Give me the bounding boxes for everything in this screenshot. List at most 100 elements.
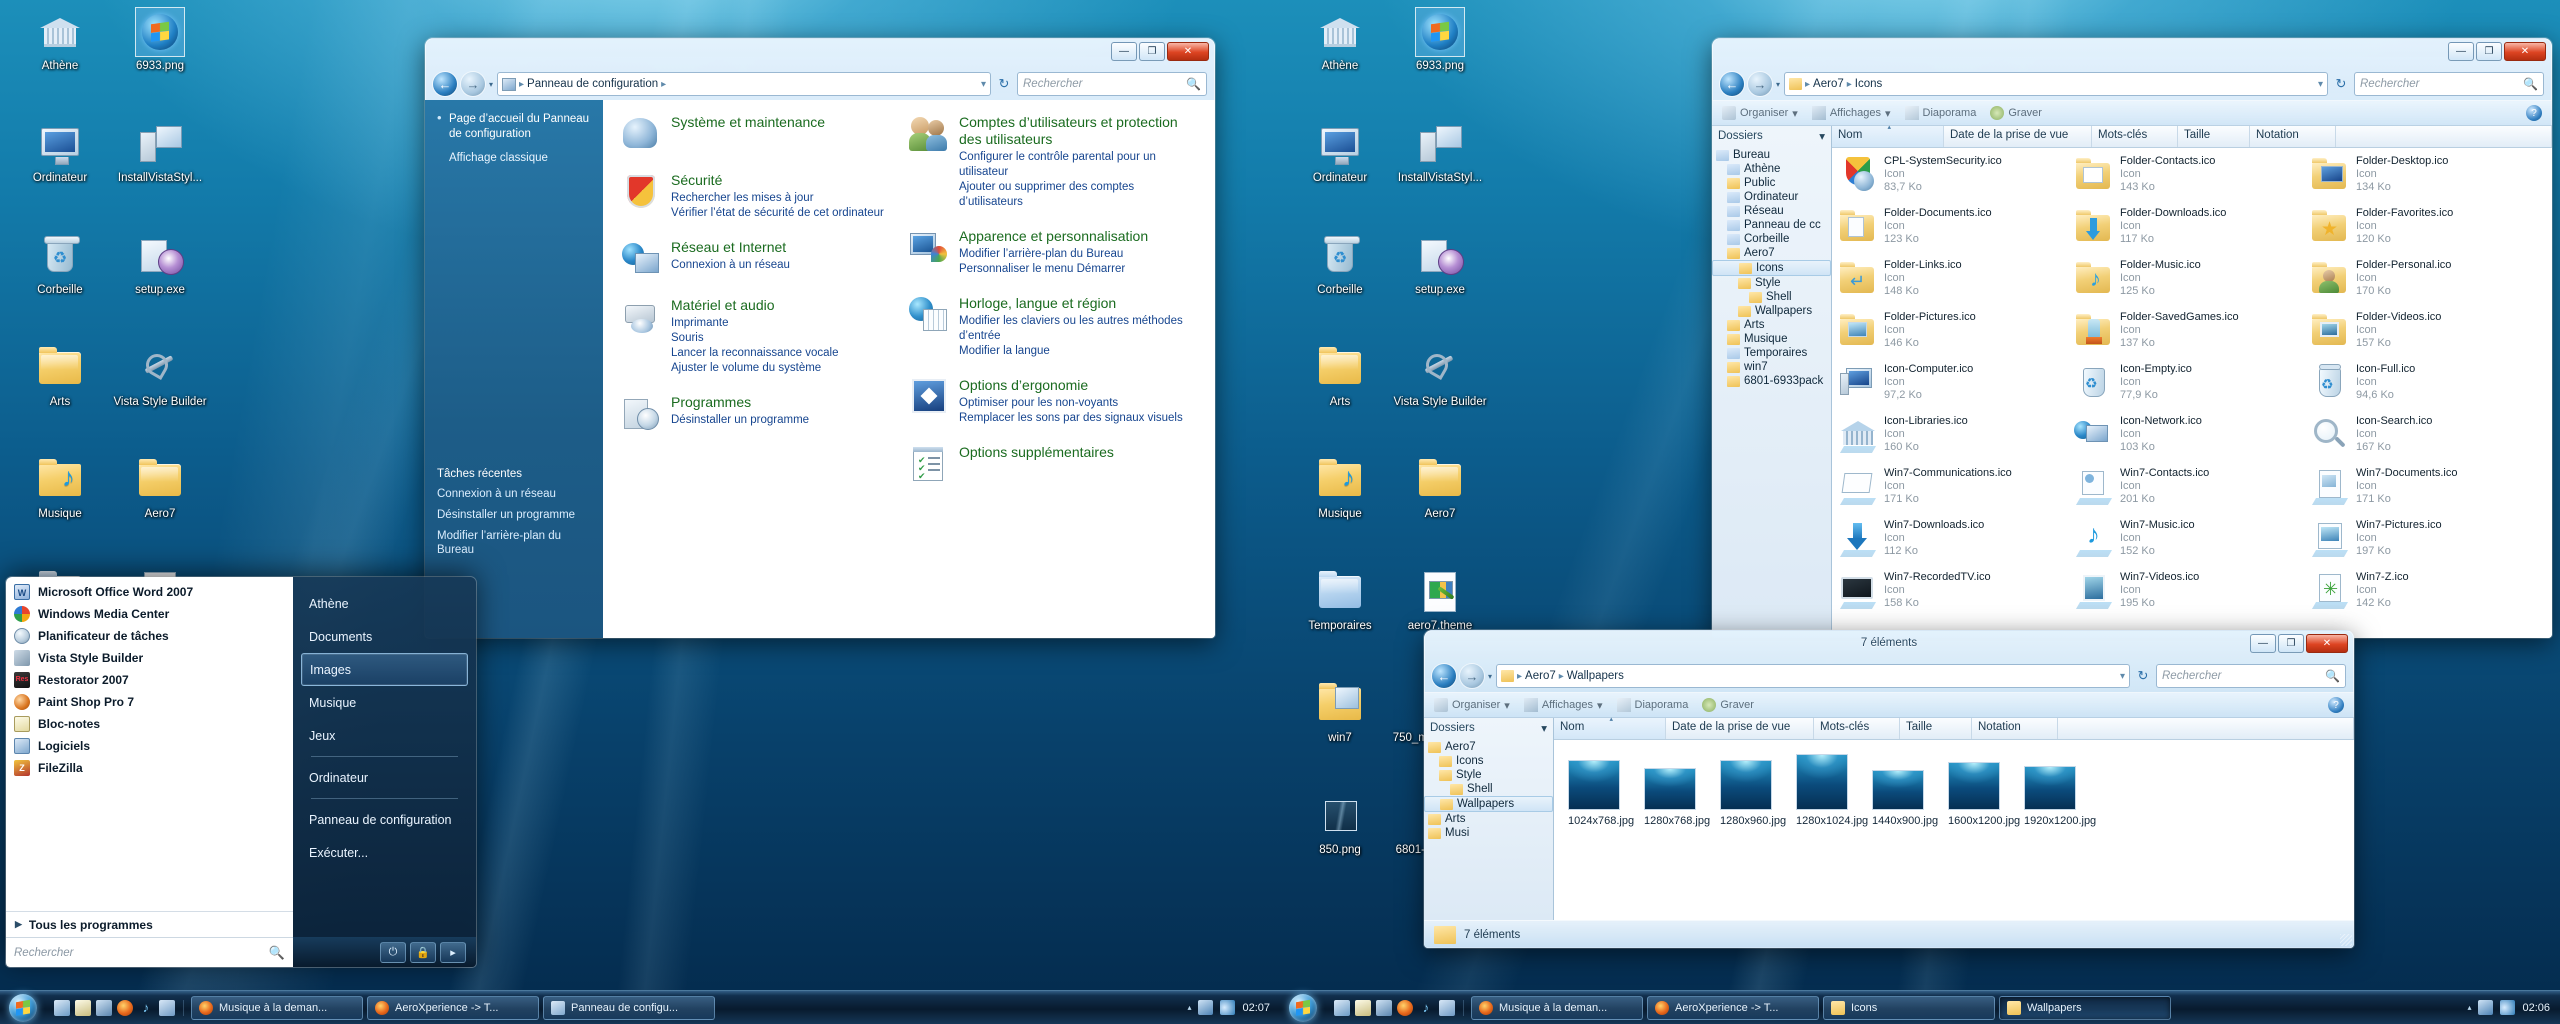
- cp-category-link[interactable]: Rechercher les mises à jour: [671, 191, 884, 206]
- tree-item-aero7[interactable]: Aero7: [1712, 246, 1831, 260]
- cp-category-link[interactable]: Souris: [671, 331, 839, 346]
- forward-icon[interactable]: →: [461, 72, 485, 96]
- column-header-taille[interactable]: Taille: [2178, 126, 2250, 147]
- start-menu-place-ath-ne[interactable]: Athène: [301, 587, 468, 620]
- column-header-nom[interactable]: Nom▴: [1554, 718, 1666, 739]
- help-icon[interactable]: ?: [2328, 697, 2344, 713]
- clock[interactable]: 02:06: [2522, 1002, 2550, 1014]
- tree-item-icons[interactable]: Icons: [1424, 754, 1553, 768]
- file-tile[interactable]: Folder-Pictures.icoIcon146 Ko: [1834, 308, 2070, 360]
- wallpaper-thumbnail[interactable]: 1600x1200.jpg: [1948, 754, 2012, 827]
- file-tile[interactable]: Icon-Network.icoIcon103 Ko: [2070, 412, 2306, 464]
- toolbar-slideshow[interactable]: Diaporama: [1617, 698, 1689, 712]
- file-tile[interactable]: ✳Win7-Z.icoIcon142 Ko: [2306, 568, 2542, 620]
- column-header-date-de-la-prise-de-vue[interactable]: Date de la prise de vue: [1944, 126, 2092, 147]
- cp-category-link[interactable]: Vérifier l’état de sécurité de cet ordin…: [671, 206, 884, 221]
- desktop-icon-musique[interactable]: Musique: [10, 456, 110, 521]
- history-chevron-icon[interactable]: ▾: [1488, 672, 1492, 681]
- start-menu-item-windows-media-center[interactable]: Windows Media Center: [6, 603, 293, 625]
- cp-category-title[interactable]: Matériel et audio: [671, 297, 839, 314]
- cp-category-link[interactable]: Connexion à un réseau: [671, 258, 790, 273]
- cp-category-title[interactable]: Comptes d’utilisateurs et protection des…: [959, 114, 1197, 148]
- toolbar-organize[interactable]: Organiser▾: [1434, 698, 1510, 712]
- cp-category[interactable]: Matériel et audioImprimanteSourisLancer …: [621, 297, 909, 376]
- file-tile[interactable]: Folder-Personal.icoIcon170 Ko: [2306, 256, 2542, 308]
- desktop-icon-installvistastyl[interactable]: InstallVistaStyl...: [110, 120, 210, 185]
- file-tile[interactable]: Win7-Videos.icoIcon195 Ko: [2070, 568, 2306, 620]
- folder-tree[interactable]: BureauAthènePublicOrdinateurRéseauPannea…: [1712, 146, 1831, 390]
- maximize-button[interactable]: ❐: [1139, 42, 1165, 61]
- address-dropdown-icon[interactable]: ▾: [2120, 671, 2125, 682]
- cp-category[interactable]: Réseau et InternetConnexion à un réseau: [621, 239, 909, 279]
- close-button[interactable]: ✕: [2306, 634, 2348, 653]
- media-icon[interactable]: [96, 1000, 112, 1016]
- cp-category-link[interactable]: Désinstaller un programme: [671, 413, 809, 428]
- file-tile[interactable]: Win7-Communications.icoIcon171 Ko: [1834, 464, 2070, 516]
- history-chevron-icon[interactable]: ▾: [489, 80, 493, 89]
- cp-recent-link[interactable]: Modifier l’arrière-plan du Bureau: [437, 529, 593, 557]
- minimize-button[interactable]: —: [1111, 42, 1137, 61]
- toolbar-views[interactable]: Affichages▾: [1812, 106, 1891, 120]
- notes-icon[interactable]: [1355, 1000, 1371, 1016]
- cp-category-title[interactable]: Options d’ergonomie: [959, 377, 1183, 394]
- column-header-notation[interactable]: Notation: [2250, 126, 2336, 147]
- taskbar-button-icons[interactable]: Icons: [1823, 996, 1995, 1020]
- cp-category-title[interactable]: Sécurité: [671, 172, 884, 189]
- cp-category-title[interactable]: Options supplémentaires: [959, 444, 1114, 461]
- start-button[interactable]: [0, 992, 46, 1024]
- folder-tree[interactable]: Aero7IconsStyleShellWallpapersArtsMusi: [1424, 738, 1553, 842]
- tree-item-r-seau[interactable]: Réseau: [1712, 204, 1831, 218]
- all-programs-button[interactable]: ▶ Tous les programmes: [6, 911, 293, 937]
- desktop-icon-arts[interactable]: Arts: [1290, 344, 1390, 409]
- cp-category[interactable]: ✔✔✔Options supplémentaires: [909, 444, 1197, 484]
- file-tile[interactable]: ↵Folder-Links.icoIcon148 Ko: [1834, 256, 2070, 308]
- power-icon[interactable]: ⏻: [380, 942, 406, 963]
- start-menu-item-bloc-notes[interactable]: Bloc-notes: [6, 713, 293, 735]
- tree-item-musi[interactable]: Musi: [1424, 826, 1553, 840]
- cp-category-link[interactable]: Lancer la reconnaissance vocale: [671, 346, 839, 361]
- taskbar-button-musique-la-deman[interactable]: Musique à la deman...: [191, 996, 363, 1020]
- refresh-icon[interactable]: ↻: [2332, 73, 2350, 95]
- help-icon[interactable]: ?: [2526, 105, 2542, 121]
- minimize-button[interactable]: —: [2250, 634, 2276, 653]
- back-icon[interactable]: ←: [1432, 664, 1456, 688]
- tree-item-icons[interactable]: Icons: [1712, 260, 1831, 276]
- column-headers[interactable]: Nom▴Date de la prise de vueMots-clésTail…: [1554, 718, 2354, 740]
- toolbar-views[interactable]: Affichages▾: [1524, 698, 1603, 712]
- start-menu-place-panneau-de-configuration[interactable]: Panneau de configuration: [301, 803, 468, 836]
- column-header-mots-cl-s[interactable]: Mots-clés: [2092, 126, 2178, 147]
- chevron-down-icon[interactable]: ▾: [1541, 721, 1547, 735]
- cp-category-title[interactable]: Programmes: [671, 394, 809, 411]
- firefox-icon[interactable]: [1397, 1000, 1413, 1016]
- file-tile[interactable]: ★Folder-Favorites.icoIcon120 Ko: [2306, 204, 2542, 256]
- desktop-icon-setup-exe[interactable]: setup.exe: [1390, 232, 1490, 297]
- cp-category-link[interactable]: Ajuster le volume du système: [671, 361, 839, 376]
- minimize-button[interactable]: —: [2448, 42, 2474, 61]
- column-header-taille[interactable]: Taille: [1900, 718, 1972, 739]
- back-icon[interactable]: ←: [1720, 72, 1744, 96]
- resize-grip[interactable]: [2340, 934, 2352, 946]
- desktop-icon-installvistastyl[interactable]: InstallVistaStyl...: [1390, 120, 1490, 185]
- tree-item-style[interactable]: Style: [1712, 276, 1831, 290]
- close-button[interactable]: ✕: [2504, 42, 2546, 61]
- tree-item-aero7[interactable]: Aero7: [1424, 740, 1553, 754]
- cp-category-title[interactable]: Apparence et personnalisation: [959, 228, 1148, 245]
- breadcrumb-current[interactable]: Panneau de configuration: [527, 78, 658, 90]
- cp-category[interactable]: Sécurité Rechercher les mises à jourVérif…: [621, 172, 909, 221]
- resize-grip[interactable]: [2538, 624, 2550, 636]
- tree-item-6801-6933pack[interactable]: 6801-6933pack: [1712, 374, 1831, 388]
- toolbar-organize[interactable]: Organiser▾: [1722, 106, 1798, 120]
- file-tile[interactable]: Folder-Documents.icoIcon123 Ko: [1834, 204, 2070, 256]
- refresh-icon[interactable]: ↻: [2134, 665, 2152, 687]
- start-menu-item-paint-shop-pro-7[interactable]: Paint Shop Pro 7: [6, 691, 293, 713]
- file-tile[interactable]: Folder-Videos.icoIcon157 Ko: [2306, 308, 2542, 360]
- desktop-icon-arts[interactable]: Arts: [10, 344, 110, 409]
- desktop-icon-aero7-theme[interactable]: aero7.theme: [1390, 568, 1490, 633]
- show-desktop-icon[interactable]: [1334, 1000, 1350, 1016]
- column-header-date-de-la-prise-de-vue[interactable]: Date de la prise de vue: [1666, 718, 1814, 739]
- tree-item-win7[interactable]: win7: [1712, 360, 1831, 374]
- show-desktop-icon[interactable]: [54, 1000, 70, 1016]
- file-tile[interactable]: ♪Folder-Music.icoIcon125 Ko: [2070, 256, 2306, 308]
- desktop-icon-corbeille[interactable]: Corbeille: [1290, 232, 1390, 297]
- volume-icon[interactable]: [1220, 1000, 1235, 1015]
